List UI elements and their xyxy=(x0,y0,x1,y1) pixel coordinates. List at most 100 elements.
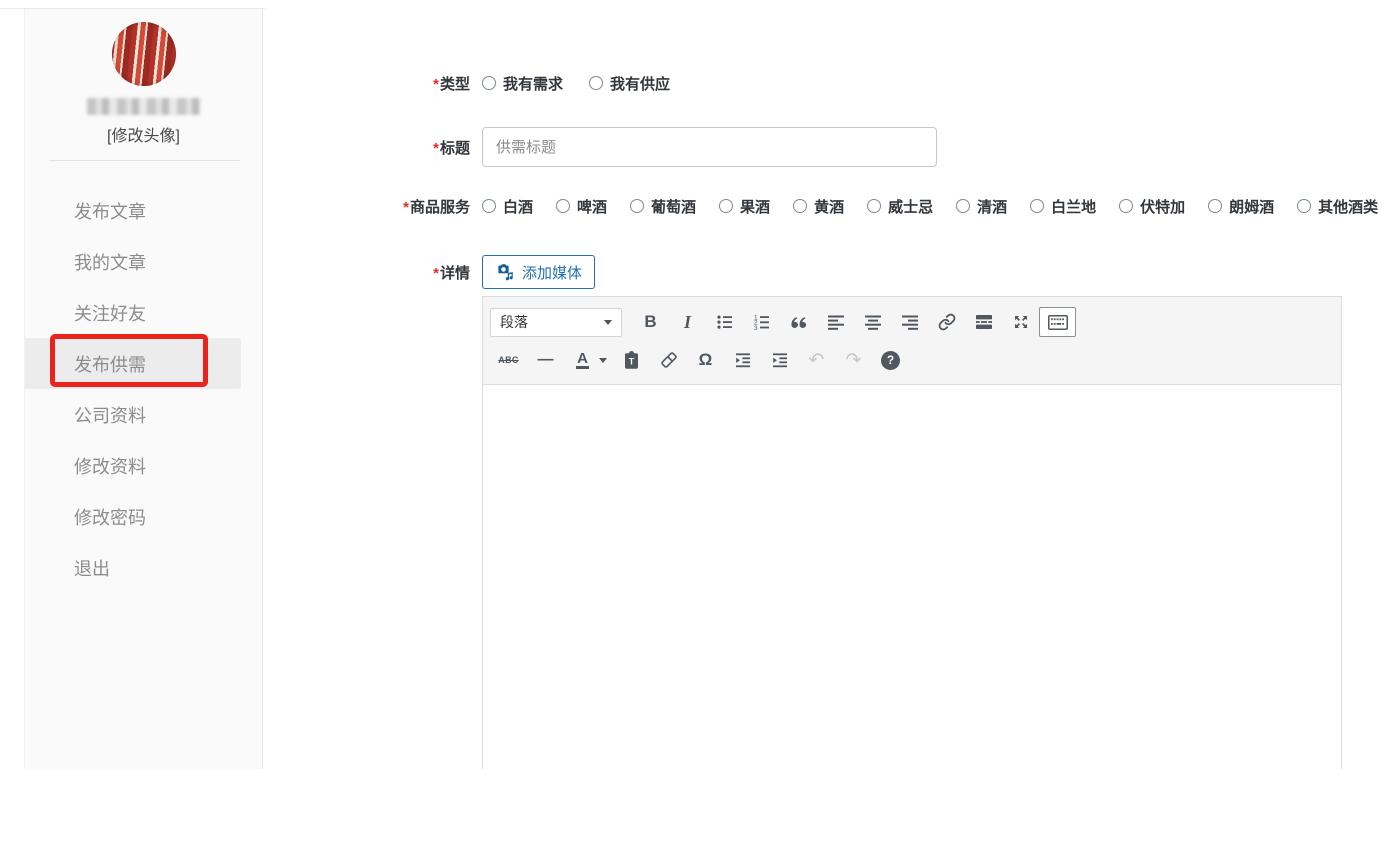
radio-icon[interactable] xyxy=(589,76,603,90)
radio-icon[interactable] xyxy=(793,199,807,213)
radio-icon[interactable] xyxy=(1208,199,1222,213)
radio-icon[interactable] xyxy=(719,199,733,213)
category-option-label: 威士忌 xyxy=(888,196,933,217)
category-label: *商品服务 xyxy=(265,196,470,217)
sidebar-item-logout[interactable]: 退出 xyxy=(25,542,262,593)
link-button[interactable] xyxy=(928,307,965,337)
svg-text:3: 3 xyxy=(754,325,758,331)
read-more-tag-icon xyxy=(975,313,993,331)
horizontal-rule-button[interactable]: — xyxy=(527,345,564,375)
numbered-list-button[interactable]: 123 xyxy=(743,307,780,337)
paragraph-format-select[interactable]: 段落 xyxy=(490,308,622,337)
undo-icon: ↶ xyxy=(809,351,825,370)
category-option-huangjiu[interactable]: 黄酒 xyxy=(793,196,844,217)
category-option-label: 伏特加 xyxy=(1140,196,1185,217)
svg-text:T: T xyxy=(629,356,635,366)
link-icon xyxy=(938,313,956,331)
category-option-grape-wine[interactable]: 葡萄酒 xyxy=(630,196,696,217)
outdent-icon xyxy=(734,351,752,369)
editor-content-area[interactable] xyxy=(483,385,1341,857)
help-button[interactable]: ? xyxy=(872,345,909,375)
add-media-icon xyxy=(495,262,515,282)
bulleted-list-button[interactable] xyxy=(706,307,743,337)
category-option-label: 朗姆酒 xyxy=(1229,196,1274,217)
special-character-button[interactable]: Ω xyxy=(687,345,724,375)
sidebar-item-publish-supply-demand[interactable]: 发布供需 xyxy=(25,338,241,389)
outdent-button[interactable] xyxy=(724,345,761,375)
numbered-list-icon: 123 xyxy=(753,313,771,331)
category-option-baijiu[interactable]: 白酒 xyxy=(482,196,533,217)
details-label: *详情 xyxy=(265,262,470,283)
clear-formatting-button[interactable] xyxy=(650,345,687,375)
type-option-demand[interactable]: 我有需求 xyxy=(482,73,563,94)
toolbar-row-1: 段落 B I 123 xyxy=(490,303,1335,341)
radio-icon[interactable] xyxy=(630,199,644,213)
omega-icon: Ω xyxy=(699,350,713,370)
radio-icon[interactable] xyxy=(556,199,570,213)
read-more-tag-button[interactable] xyxy=(965,307,1002,337)
paste-as-text-button[interactable]: T xyxy=(613,345,650,375)
blockquote-icon xyxy=(791,316,807,329)
italic-button[interactable]: I xyxy=(669,307,706,337)
toolbar-toggle-icon xyxy=(1048,315,1068,330)
sidebar: [修改头像] 发布文章 我的文章 关注好友 发布供需 公司资料 修改资料 修改密… xyxy=(24,9,263,769)
category-option-label: 白兰地 xyxy=(1051,196,1096,217)
sidebar-item-company-profile[interactable]: 公司资料 xyxy=(25,389,262,440)
radio-icon[interactable] xyxy=(1119,199,1133,213)
radio-icon[interactable] xyxy=(1297,199,1311,213)
indent-button[interactable] xyxy=(761,345,798,375)
category-option-label: 葡萄酒 xyxy=(651,196,696,217)
sidebar-item-publish-article[interactable]: 发布文章 xyxy=(25,185,262,236)
title-input[interactable] xyxy=(482,127,937,167)
title-label: *标题 xyxy=(265,137,470,158)
category-option-label: 其他酒类 xyxy=(1318,196,1378,217)
category-option-other-alcohol[interactable]: 其他酒类 xyxy=(1297,196,1378,217)
type-label: *类型 xyxy=(265,73,470,94)
category-option-label: 果酒 xyxy=(740,196,770,217)
sidebar-divider xyxy=(49,160,240,161)
category-option-vodka[interactable]: 伏特加 xyxy=(1119,196,1185,217)
add-media-label: 添加媒体 xyxy=(522,262,582,283)
sidebar-item-followed-friends[interactable]: 关注好友 xyxy=(25,287,262,338)
type-option-supply[interactable]: 我有供应 xyxy=(589,73,670,94)
align-left-button[interactable] xyxy=(817,307,854,337)
sidebar-item-my-articles[interactable]: 我的文章 xyxy=(25,236,262,287)
fullscreen-button[interactable] xyxy=(1002,307,1039,337)
dropdown-caret-icon xyxy=(599,358,607,363)
category-option-brandy[interactable]: 白兰地 xyxy=(1030,196,1096,217)
undo-button[interactable]: ↶ xyxy=(798,345,835,375)
category-option-fruit-wine[interactable]: 果酒 xyxy=(719,196,770,217)
align-right-button[interactable] xyxy=(891,307,928,337)
sidebar-item-edit-profile[interactable]: 修改资料 xyxy=(25,440,262,491)
category-option-rum[interactable]: 朗姆酒 xyxy=(1208,196,1274,217)
redo-button[interactable]: ↷ xyxy=(835,345,872,375)
radio-icon[interactable] xyxy=(1030,199,1044,213)
text-color-icon: A xyxy=(576,351,589,369)
category-option-sake[interactable]: 清酒 xyxy=(956,196,1007,217)
align-right-icon xyxy=(901,313,919,331)
radio-icon[interactable] xyxy=(867,199,881,213)
required-asterisk: * xyxy=(433,265,439,282)
redo-icon: ↷ xyxy=(846,351,862,370)
radio-icon[interactable] xyxy=(482,76,496,90)
change-avatar-link[interactable]: [修改头像] xyxy=(25,122,262,146)
text-color-caret-button[interactable] xyxy=(593,345,613,375)
align-center-button[interactable] xyxy=(854,307,891,337)
bold-button[interactable]: B xyxy=(632,307,669,337)
sidebar-menu: 发布文章 我的文章 关注好友 发布供需 公司资料 修改资料 修改密码 退出 xyxy=(25,185,262,593)
radio-icon[interactable] xyxy=(956,199,970,213)
fullscreen-icon xyxy=(1012,313,1030,331)
category-option-label: 黄酒 xyxy=(814,196,844,217)
align-left-icon xyxy=(827,313,845,331)
category-option-whisky[interactable]: 威士忌 xyxy=(867,196,933,217)
eraser-icon xyxy=(660,351,678,369)
blockquote-button[interactable] xyxy=(780,307,817,337)
sidebar-item-change-password[interactable]: 修改密码 xyxy=(25,491,262,542)
strikethrough-icon: ABC xyxy=(498,355,518,365)
toolbar-toggle-button[interactable] xyxy=(1039,307,1076,337)
add-media-button[interactable]: 添加媒体 xyxy=(482,255,595,289)
radio-icon[interactable] xyxy=(482,199,496,213)
strikethrough-button[interactable]: ABC xyxy=(490,345,527,375)
category-option-beer[interactable]: 啤酒 xyxy=(556,196,607,217)
type-option-label: 我有需求 xyxy=(503,73,563,94)
